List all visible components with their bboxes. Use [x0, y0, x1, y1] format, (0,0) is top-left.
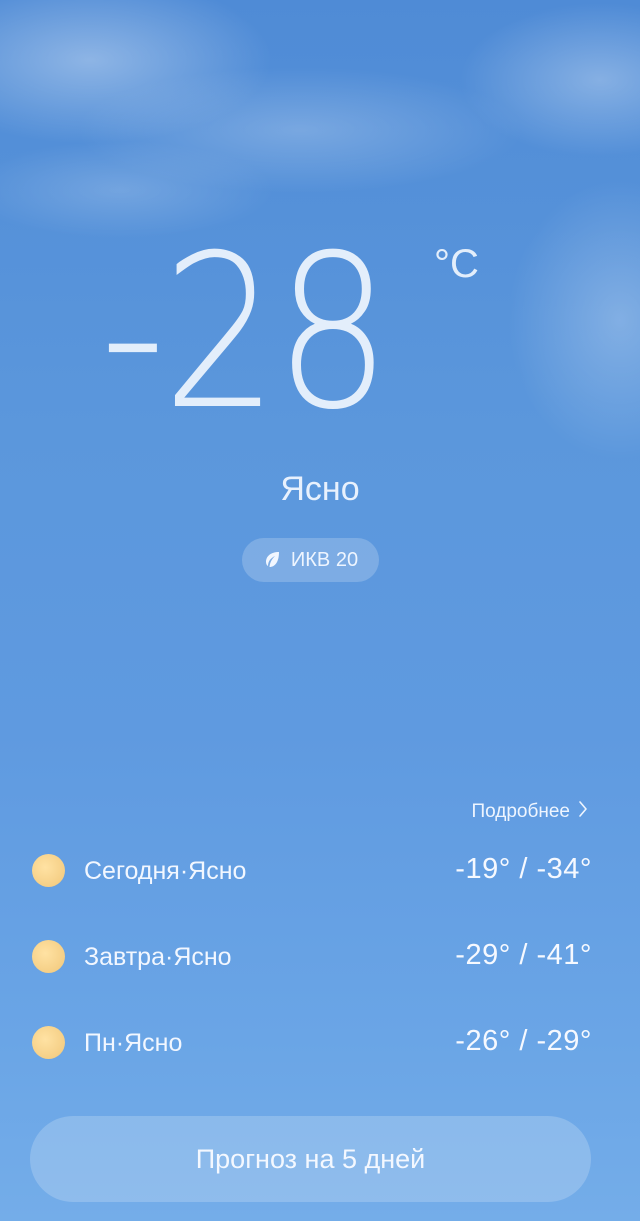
chevron-right-icon	[578, 800, 588, 824]
current-condition: Ясно	[280, 470, 360, 508]
more-details-label: Подробнее	[471, 801, 570, 822]
current-temperature: -28	[100, 209, 391, 456]
forecast-temp-range: -29° / -41°	[455, 939, 592, 971]
forecast-temp-range: -26° / -29°	[455, 1025, 592, 1057]
sun-icon	[32, 940, 65, 973]
leaf-icon	[263, 551, 281, 569]
forecast-day-label: Завтра·Ясно	[84, 943, 232, 971]
forecast-day-label: Пн·Ясно	[84, 1029, 183, 1057]
aqi-label: ИКВ 20	[290, 548, 359, 571]
more-details-link[interactable]: Подробнее	[471, 800, 588, 824]
forecast-day-label: Сегодня·Ясно	[84, 857, 247, 885]
forecast-temp-range: -19° / -34°	[455, 853, 592, 885]
forecast-row-today[interactable]: Сегодня·Ясно -19° / -34°	[0, 828, 640, 914]
forecast-row-tomorrow[interactable]: Завтра·Ясно -29° / -41°	[0, 914, 640, 1000]
five-day-forecast-button[interactable]: Прогноз на 5 дней	[30, 1116, 591, 1202]
sun-icon	[32, 854, 65, 887]
current-temperature-block: -28 °C	[0, 209, 640, 456]
sun-icon	[32, 1026, 65, 1059]
forecast-row-monday[interactable]: Пн·Ясно -26° / -29°	[0, 1000, 640, 1086]
aqi-badge[interactable]: ИКВ 20	[242, 538, 379, 582]
temperature-unit: °C	[434, 242, 479, 286]
